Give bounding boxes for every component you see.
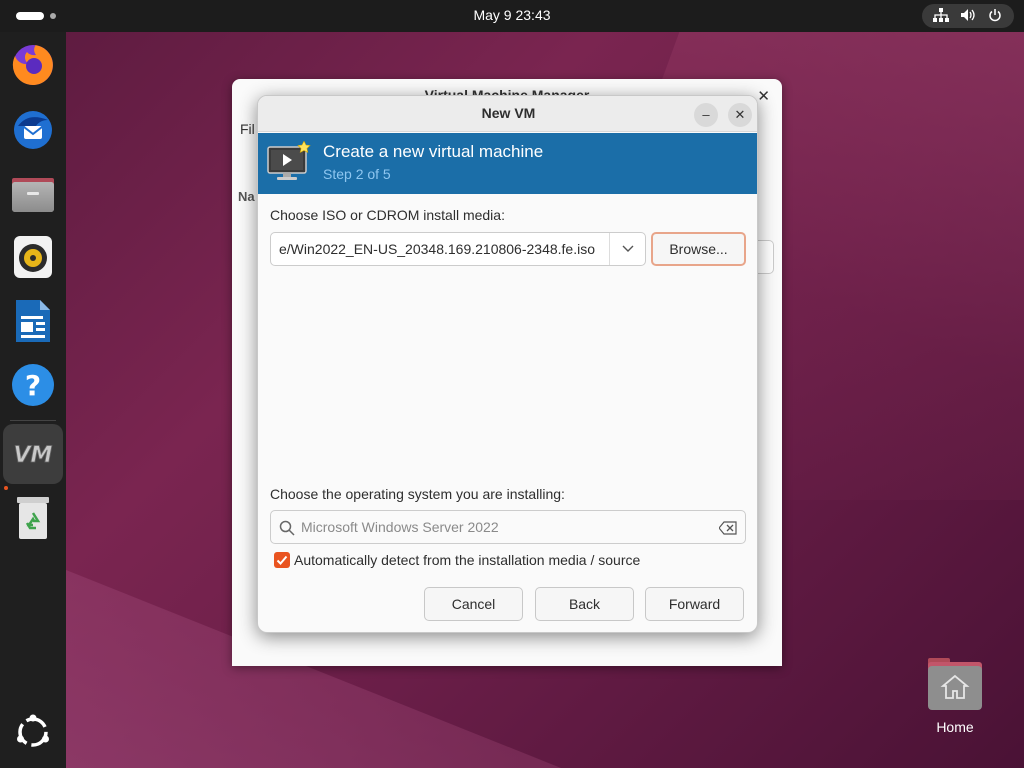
rhythmbox-icon — [14, 236, 52, 278]
forward-button[interactable]: Forward — [645, 587, 744, 621]
firefox-icon — [12, 45, 53, 85]
dock-item-files[interactable] — [3, 163, 63, 223]
dialog-header: New VM – ✕ — [258, 96, 757, 132]
dock-item-virt-manager[interactable]: VM — [3, 424, 63, 484]
cancel-button[interactable]: Cancel — [424, 587, 523, 621]
step-indicator: Step 2 of 5 — [323, 166, 391, 182]
column-header-name: Na — [238, 189, 255, 204]
virt-manager-icon: VM — [13, 443, 53, 469]
dock-separator — [10, 420, 56, 421]
close-button[interactable]: ✕ — [728, 103, 752, 127]
home-folder-icon[interactable] — [924, 656, 986, 712]
chevron-down-icon — [622, 245, 633, 252]
volume-icon — [958, 8, 978, 25]
clock[interactable]: May 9 23:43 — [0, 7, 1024, 23]
dropdown-button[interactable] — [609, 233, 645, 265]
new-vm-icon — [267, 141, 311, 180]
home-folder-label[interactable]: Home — [914, 719, 996, 735]
install-media-path[interactable]: e/Win2022_EN-US_20348.169.210806-2348.fe… — [279, 241, 603, 257]
install-media-label: Choose ISO or CDROM install media: — [270, 207, 505, 223]
auto-detect-label[interactable]: Automatically detect from the installati… — [294, 552, 640, 568]
browse-button[interactable]: Browse... — [651, 232, 746, 266]
dock-item-thunderbird[interactable] — [3, 99, 63, 159]
writer-icon — [16, 300, 50, 342]
back-button[interactable]: Back — [535, 587, 634, 621]
system-tray[interactable] — [922, 4, 1014, 28]
trash-icon — [17, 497, 49, 539]
files-icon — [12, 178, 54, 212]
dock-item-help[interactable]: ? — [3, 355, 63, 415]
search-icon — [279, 520, 295, 536]
os-search-input[interactable]: Microsoft Windows Server 2022 — [270, 510, 746, 544]
dock-item-rhythmbox[interactable] — [3, 227, 63, 287]
svg-text:?: ? — [25, 369, 41, 402]
network-icon — [931, 7, 951, 25]
thunderbird-icon — [14, 111, 52, 149]
ubuntu-icon — [17, 714, 49, 747]
menu-file[interactable]: Fil — [240, 121, 255, 137]
power-icon — [985, 8, 1005, 25]
minimize-button[interactable]: – — [694, 103, 718, 127]
new-vm-dialog: New VM – ✕ Create a new virtual machine … — [257, 95, 758, 633]
dock: ? VM — [0, 32, 66, 768]
dock-item-trash[interactable] — [3, 488, 63, 548]
banner-title: Create a new virtual machine — [323, 142, 544, 161]
os-label: Choose the operating system you are inst… — [270, 486, 565, 502]
clear-icon[interactable] — [719, 521, 737, 535]
install-media-combobox[interactable]: e/Win2022_EN-US_20348.169.210806-2348.fe… — [270, 232, 646, 266]
top-bar: May 9 23:43 — [0, 0, 1024, 32]
virt-manager-icon-label: VM — [14, 443, 53, 468]
dock-item-show-apps[interactable] — [3, 702, 63, 762]
dock-item-writer[interactable] — [3, 291, 63, 351]
dialog-title: New VM — [481, 105, 536, 121]
close-icon[interactable]: ✕ — [757, 87, 770, 105]
checkmark-icon — [276, 555, 288, 565]
auto-detect-checkbox[interactable] — [274, 552, 290, 568]
os-search-placeholder: Microsoft Windows Server 2022 — [301, 519, 499, 535]
help-icon: ? — [12, 364, 54, 406]
wizard-banner: Create a new virtual machine Step 2 of 5 — [258, 133, 757, 194]
dock-item-firefox[interactable] — [3, 35, 63, 95]
